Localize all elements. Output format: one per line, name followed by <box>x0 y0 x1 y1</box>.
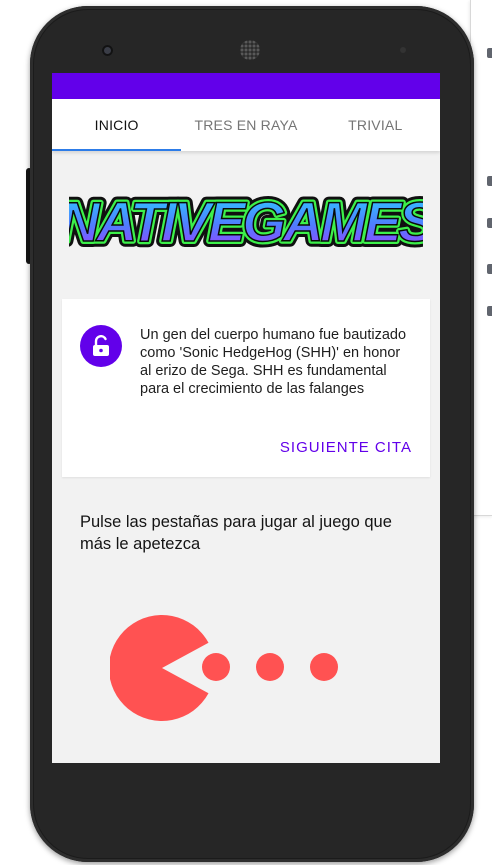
earpiece-speaker <box>240 40 260 60</box>
side-panel-icon <box>487 306 492 316</box>
status-bar <box>52 73 440 99</box>
side-panel-icon <box>487 264 492 274</box>
side-panel-icon <box>487 176 492 186</box>
tab-inicio[interactable]: INICIO <box>52 99 182 151</box>
quote-text: Un gen del cuerpo humano fue bautizado c… <box>140 327 407 397</box>
nativegames-logo: NATIVEGAMES NATIVEGAMES NATIVEGAMES <box>69 184 423 259</box>
instruction-text: Pulse las pestañas para jugar al juego q… <box>80 513 392 553</box>
proximity-sensor <box>400 47 406 53</box>
pellet-icon <box>202 653 230 681</box>
pacman-icon <box>108 615 209 721</box>
side-panel-icon <box>487 218 492 228</box>
logo-text: NATIVEGAMES <box>69 190 423 253</box>
logo-container: NATIVEGAMES NATIVEGAMES NATIVEGAMES <box>52 151 440 291</box>
pellet-icon <box>310 653 338 681</box>
tab-bar: INICIO TRES EN RAYA TRIVIAL <box>52 99 440 151</box>
side-panel-icon <box>487 48 492 58</box>
tab-tres-en-raya[interactable]: TRES EN RAYA <box>181 99 310 151</box>
front-camera <box>102 45 113 56</box>
next-quote-button[interactable]: SIGUIENTE CITA <box>280 439 412 456</box>
pellet-icon <box>256 653 284 681</box>
quote-card: Un gen del cuerpo humano fue bautizado c… <box>62 299 430 477</box>
tab-trivial[interactable]: TRIVIAL <box>311 99 440 151</box>
app-screen: INICIO TRES EN RAYA TRIVIAL NATIVEGAMES … <box>52 73 440 763</box>
unlock-icon <box>80 325 122 367</box>
pacman-illustration <box>108 613 350 723</box>
